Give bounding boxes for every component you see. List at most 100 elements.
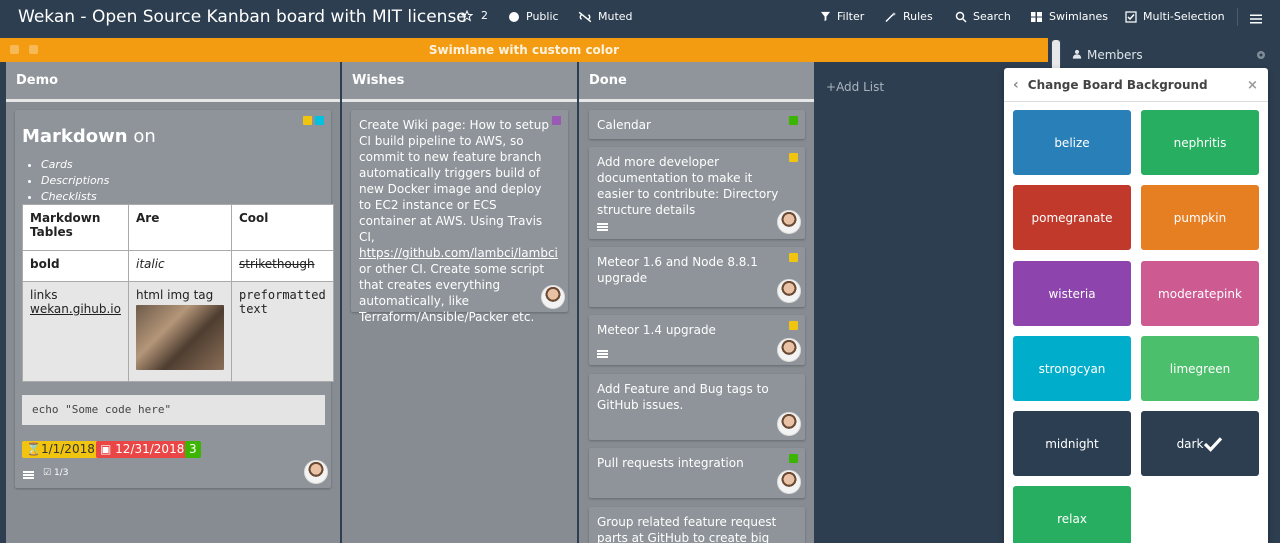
list-item: Cards (41, 157, 109, 173)
list-header-done[interactable]: Done (579, 62, 814, 102)
card-dev-docs[interactable]: Add more developer documentation to make… (589, 147, 805, 239)
table-cell: html img tag (127, 281, 232, 382)
swatch-pomegranate[interactable]: pomegranate (1013, 185, 1131, 250)
members-title: Members (1087, 48, 1143, 62)
visibility-button[interactable]: Public (508, 10, 559, 23)
swatch-label: limegreen (1169, 361, 1231, 376)
checklist-icon: ☑ (43, 468, 52, 478)
card-markdown[interactable]: Markdown on Cards Descriptions Checklist… (15, 110, 334, 488)
filter-button[interactable]: Filter (820, 10, 864, 23)
card-pull-requests[interactable]: Pull requests integration (589, 448, 805, 498)
swimlane-collapse-icon[interactable] (10, 45, 19, 54)
swatch-relax[interactable]: relax (1013, 486, 1131, 543)
swatch-label: nephritis (1173, 135, 1227, 150)
card-description: Create Wiki page: How to setup CI build … (359, 118, 549, 244)
list-header-demo[interactable]: Demo (6, 62, 340, 102)
member-avatar[interactable] (777, 470, 801, 494)
member-avatar[interactable] (777, 412, 801, 436)
rules-label: Rules (903, 10, 933, 23)
swimlanes-icon (1031, 11, 1042, 22)
star-button[interactable]: 2 (461, 9, 488, 22)
search-icon (955, 11, 967, 23)
swatch-label: relax (1057, 511, 1087, 526)
links-text: links (30, 288, 58, 302)
markdown-table: Markdown Tables Are Cool bold italic str… (22, 204, 334, 382)
card-title: Add more developer documentation to make… (597, 155, 779, 217)
watch-label: Muted (598, 10, 633, 23)
star-icon (461, 9, 473, 22)
popup-header: ‹ Change Board Background × (1004, 68, 1268, 102)
swimlane-menu-icon[interactable] (29, 45, 38, 54)
code-block: echo "Some code here" (22, 395, 325, 425)
heading-rest: on (133, 126, 156, 147)
card-label-yellow (789, 253, 798, 262)
hamburger-icon (1250, 14, 1262, 24)
card-wiki-ci[interactable]: Create Wiki page: How to setup CI build … (351, 110, 568, 324)
back-chevron-icon[interactable]: ‹ (1013, 77, 1019, 93)
card-title: Add Feature and Bug tags to GitHub issue… (597, 382, 769, 412)
card-label-yellow (303, 116, 312, 125)
multi-selection-label: Multi-Selection (1143, 10, 1225, 23)
card-meteor-16[interactable]: Meteor 1.6 and Node 8.8.1 upgrade (589, 247, 805, 307)
due-date-badge[interactable]: ▣ 12/31/2018 (96, 441, 189, 458)
list-header-wishes[interactable]: Wishes (342, 62, 577, 102)
table-header-cell: Markdown Tables (22, 204, 129, 251)
watch-button[interactable]: Muted (578, 10, 633, 23)
member-avatar[interactable] (777, 210, 801, 234)
start-date-badge[interactable]: ⌛1/1/2018 (22, 441, 99, 458)
swatch-wisteria[interactable]: wisteria (1013, 261, 1131, 326)
swatch-label: midnight (1045, 436, 1099, 451)
swatch-label: dark (1176, 436, 1204, 451)
wekan-link[interactable]: wekan.gihub.io (30, 302, 121, 316)
table-header-row: Markdown Tables Are Cool (22, 204, 334, 251)
swatch-belize[interactable]: belize (1013, 110, 1131, 175)
swatch-moderatepink[interactable]: moderatepink (1141, 261, 1259, 326)
swimlanes-label: Swimlanes (1049, 10, 1109, 23)
search-button[interactable]: Search (955, 10, 1011, 23)
card-group-features[interactable]: Group related feature request parts at G… (589, 507, 805, 543)
calendar-icon: ▣ (100, 442, 112, 456)
card-github-tags[interactable]: Add Feature and Bug tags to GitHub issue… (589, 374, 805, 440)
multi-selection-button[interactable]: Multi-Selection (1125, 10, 1225, 23)
sidebar-members-header: Members (1062, 40, 1280, 70)
search-label: Search (973, 10, 1011, 23)
swimlane-title: Swimlane with custom color (428, 43, 620, 57)
card-title: Group related feature request parts at G… (597, 515, 777, 543)
header-separator (1237, 8, 1238, 26)
swatch-nephritis[interactable]: nephritis (1141, 110, 1259, 175)
swatch-label: pumpkin (1173, 210, 1227, 225)
member-avatar[interactable] (777, 338, 801, 362)
list-item: Descriptions (41, 173, 109, 189)
swatch-pumpkin[interactable]: pumpkin (1141, 185, 1259, 250)
add-list-label: Add List (836, 80, 885, 94)
member-avatar[interactable] (541, 285, 565, 309)
close-icon[interactable]: × (1247, 78, 1258, 93)
lambci-link[interactable]: https://github.com/lambci/lambci (359, 246, 558, 260)
swatch-limegreen[interactable]: limegreen (1141, 336, 1259, 401)
gear-icon[interactable] (1255, 49, 1267, 64)
hamburger-menu-button[interactable] (1250, 10, 1262, 24)
card-title: Meteor 1.6 and Node 8.8.1 upgrade (597, 255, 758, 285)
card-description-rest: or other CI. Create some script that cre… (359, 262, 545, 324)
card-text: Create Wiki page: How to setup CI build … (351, 110, 568, 332)
add-list-button[interactable]: +Add List (826, 80, 884, 94)
checklist-count: 1/3 (53, 468, 69, 478)
rules-button[interactable]: Rules (884, 10, 933, 23)
swatch-midnight[interactable]: midnight (1013, 411, 1131, 476)
card-meteor-14[interactable]: Meteor 1.4 upgrade (589, 315, 805, 365)
swimlane-header[interactable]: Swimlane with custom color (0, 38, 1048, 62)
swimlanes-button[interactable]: Swimlanes (1030, 10, 1108, 23)
description-icon (597, 223, 608, 231)
member-avatar[interactable] (304, 460, 328, 484)
card-calendar[interactable]: Calendar (589, 110, 805, 139)
magic-icon (885, 11, 896, 22)
member-avatar[interactable] (777, 279, 801, 303)
card-label-yellow (789, 153, 798, 162)
board-title[interactable]: Wekan - Open Source Kanban board with MI… (0, 7, 467, 27)
swatch-dark[interactable]: dark (1141, 411, 1259, 476)
plus-icon: + (826, 80, 837, 94)
checklist-badge: ☑ 1/3 (43, 468, 68, 478)
swatch-strongcyan[interactable]: strongcyan (1013, 336, 1131, 401)
table-cell: preformatted text (230, 281, 334, 382)
list-title: Wishes (352, 73, 405, 88)
